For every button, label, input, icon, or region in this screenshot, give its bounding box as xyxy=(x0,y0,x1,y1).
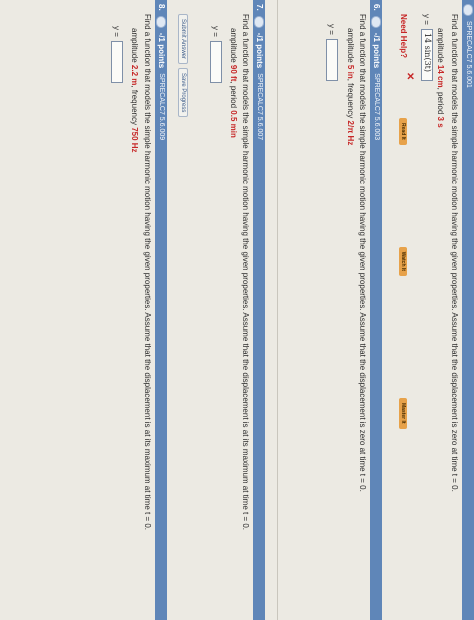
question-8-points: -/1 points xyxy=(157,32,166,69)
question-6-prompt: Find a function that models the simple h… xyxy=(358,14,367,492)
question-7-answer-row: y = xyxy=(210,26,222,83)
question-8-prompt: Find a function that models the simple h… xyxy=(143,14,152,531)
question-8-answer-row: y = xyxy=(111,26,123,83)
question-6-header: 6. -/1 points SPRECALC7 5.6.003 xyxy=(370,0,382,620)
question-6-y-label: y = xyxy=(327,24,337,35)
question-6-answer-row: y = xyxy=(326,24,338,81)
question-8-status-pill xyxy=(156,15,166,28)
question-8-y-label: y = xyxy=(112,26,122,37)
question-8-frequency: 750 Hz xyxy=(130,127,139,153)
question-8-answer-input[interactable] xyxy=(111,40,123,83)
question-5-status-pill xyxy=(463,4,473,16)
read-it-button[interactable]: Read It xyxy=(399,118,408,145)
question-5-answer-input[interactable]: 14 sin(3t) xyxy=(421,28,433,81)
question-7-button-row: Submit Answer Save Progress xyxy=(178,14,188,118)
question-5-amplitude: 14 cm xyxy=(436,64,445,88)
question-7-points: -/1 points xyxy=(255,32,264,69)
question-7-period: 0.5 min xyxy=(229,110,238,138)
save-progress-button[interactable]: Save Progress xyxy=(178,68,188,118)
question-5-source: SPRECALC7 5.6.001 xyxy=(465,21,472,88)
question-6-frequency: 2/π Hz xyxy=(346,120,355,146)
question-5-y-label: y = xyxy=(422,14,432,25)
question-8-amplitude: 2.2 m xyxy=(130,64,139,86)
question-5-header: SPRECALC7 5.6.001 xyxy=(462,0,474,620)
question-5-params: amplitude 14 cm, period 3 s xyxy=(436,28,445,128)
question-5-period: 3 s xyxy=(436,116,445,128)
need-help-label: Need Help? xyxy=(399,14,408,59)
question-8-header: 8. -/1 points SPRECALC7 5.6.009 xyxy=(155,0,167,620)
question-7-source: SPRECALC7 5.6.007 xyxy=(256,73,263,141)
question-7-status-pill xyxy=(254,15,264,28)
question-7-answer-input[interactable] xyxy=(210,40,222,83)
question-7-prompt: Find a function that models the simple h… xyxy=(241,14,250,531)
question-6-params: amplitude 5 in, frequency 2/π Hz xyxy=(346,28,355,146)
question-8-number: 8. xyxy=(157,4,166,11)
question-8-params: amplitude 2.2 m, frequency 750 Hz xyxy=(130,28,139,153)
question-6-status-pill xyxy=(371,15,381,28)
question-7-header: 7. -/1 points SPRECALC7 5.6.007 xyxy=(253,0,265,620)
question-8-source: SPRECALC7 5.6.009 xyxy=(158,73,165,141)
question-6-points: -/1 points xyxy=(372,32,381,69)
section-divider xyxy=(277,0,278,620)
question-6-amplitude: 5 in xyxy=(346,64,355,79)
question-7-y-label: y = xyxy=(211,26,221,37)
watch-it-button[interactable]: Watch It xyxy=(399,246,408,276)
question-6-answer-input[interactable] xyxy=(326,38,338,81)
master-it-button[interactable]: Master It xyxy=(399,397,408,429)
submit-answer-button[interactable]: Submit Answer xyxy=(178,14,188,65)
question-6-number: 6. xyxy=(372,4,381,11)
question-5-prompt: Find a function that models the simple h… xyxy=(450,14,459,492)
question-7-amplitude: 90 ft xyxy=(229,64,238,82)
question-7-number: 7. xyxy=(255,4,264,11)
question-5-help-row: Need Help? Read It Watch It Master It xyxy=(399,14,408,429)
question-7-params: amplitude 90 ft, period 0.5 min xyxy=(229,28,238,138)
homework-page: SPRECALC7 5.6.001 Find a function that m… xyxy=(0,0,474,620)
question-5-answer-row: y = 14 sin(3t) xyxy=(421,14,433,81)
question-6-source: SPRECALC7 5.6.003 xyxy=(373,73,380,141)
